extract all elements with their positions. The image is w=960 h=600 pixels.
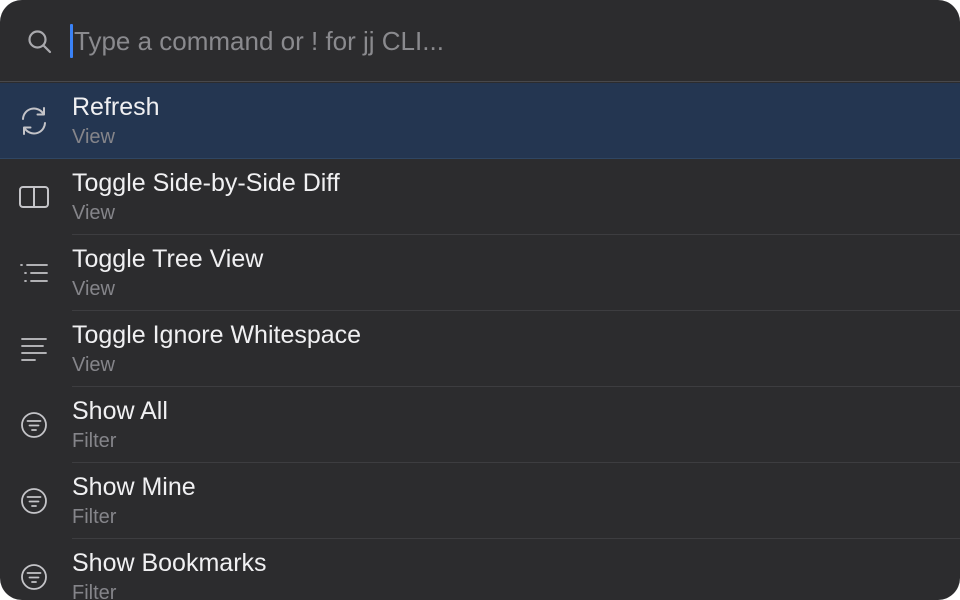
filter-circle-icon bbox=[14, 481, 54, 521]
search-bar bbox=[0, 0, 960, 82]
search-icon bbox=[26, 28, 54, 56]
filter-circle-icon bbox=[14, 405, 54, 445]
command-list: Refresh View Toggle Side-by-Side Diff Vi… bbox=[0, 83, 960, 600]
command-palette: Refresh View Toggle Side-by-Side Diff Vi… bbox=[0, 0, 960, 600]
command-title: Refresh bbox=[72, 93, 160, 121]
tree-list-icon bbox=[14, 253, 54, 293]
command-category: View bbox=[72, 202, 115, 224]
command-category: Filter bbox=[72, 582, 117, 600]
command-category: View bbox=[72, 278, 115, 300]
command-title: Show Bookmarks bbox=[72, 549, 267, 577]
filter-circle-icon bbox=[14, 557, 54, 597]
command-category: Filter bbox=[72, 430, 117, 452]
command-title: Show Mine bbox=[72, 473, 196, 501]
command-item-toggle-ignore-whitespace[interactable]: Toggle Ignore Whitespace View bbox=[0, 311, 960, 387]
command-item-refresh[interactable]: Refresh View bbox=[0, 83, 960, 159]
command-title: Toggle Ignore Whitespace bbox=[72, 321, 362, 349]
command-item-toggle-side-by-side-diff[interactable]: Toggle Side-by-Side Diff View bbox=[0, 159, 960, 235]
command-item-toggle-tree-view[interactable]: Toggle Tree View View bbox=[0, 235, 960, 311]
command-item-show-all[interactable]: Show All Filter bbox=[0, 387, 960, 463]
command-category: View bbox=[72, 354, 115, 376]
refresh-icon bbox=[14, 101, 54, 141]
command-category: View bbox=[72, 126, 115, 148]
command-category: Filter bbox=[72, 506, 117, 528]
command-title: Toggle Side-by-Side Diff bbox=[72, 169, 340, 197]
text-align-icon bbox=[14, 329, 54, 369]
command-item-show-mine[interactable]: Show Mine Filter bbox=[0, 463, 960, 539]
command-title: Show All bbox=[72, 397, 168, 425]
command-item-show-bookmarks[interactable]: Show Bookmarks Filter bbox=[0, 539, 960, 600]
command-search-input[interactable] bbox=[72, 20, 934, 62]
split-view-icon bbox=[14, 177, 54, 217]
command-title: Toggle Tree View bbox=[72, 245, 264, 273]
